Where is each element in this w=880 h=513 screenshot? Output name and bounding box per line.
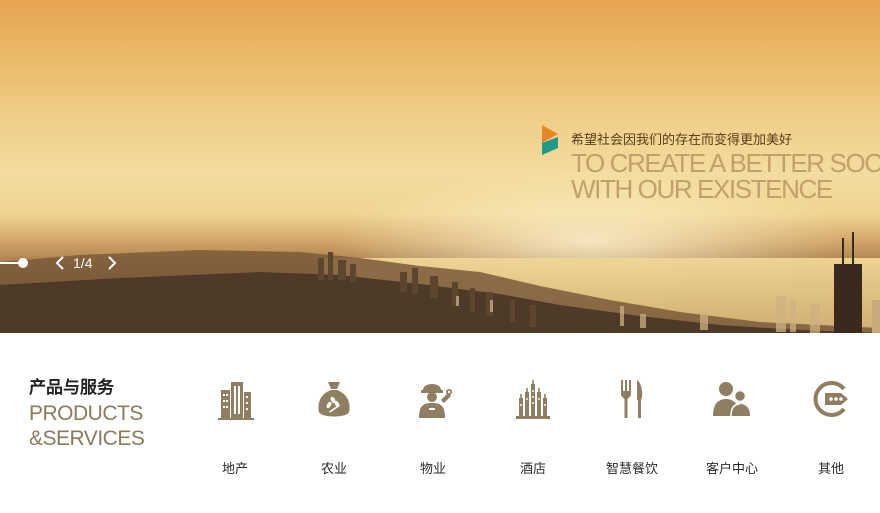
products-services-section: 产品与服务 PRODUCTS &SERVICES 地产 农业 物业 酒店 智慧餐… xyxy=(0,333,880,513)
slogan-english-line1: TO CREATE A BETTER SOCIETY xyxy=(571,148,880,178)
pager-track xyxy=(0,262,20,264)
more-arrow-icon xyxy=(813,381,848,417)
service-other[interactable]: 其他 xyxy=(791,378,871,478)
users-icon xyxy=(713,382,750,417)
slogan-english-line2: WITH OUR EXISTENCE xyxy=(571,174,833,204)
buildings-icon xyxy=(218,382,254,420)
service-hotel[interactable]: 酒店 xyxy=(493,378,573,478)
service-smart-dining[interactable]: 智慧餐饮 xyxy=(592,378,672,478)
service-label: 智慧餐饮 xyxy=(605,462,658,477)
section-title-english-line1: PRODUCTS xyxy=(29,402,143,425)
section-title-english-line2: &SERVICES xyxy=(29,427,145,450)
section-title-chinese: 产品与服务 xyxy=(29,378,114,398)
brand-logo-icon xyxy=(542,125,558,155)
service-label: 客户中心 xyxy=(705,462,758,477)
chevron-left-icon[interactable] xyxy=(52,254,68,272)
fork-knife-icon xyxy=(621,380,643,418)
service-property[interactable]: 物业 xyxy=(393,378,473,478)
worker-wrench-icon xyxy=(419,384,452,418)
slide-total: 4 xyxy=(84,255,93,271)
service-label: 酒店 xyxy=(519,462,546,477)
slide-current: 1 xyxy=(73,255,81,271)
hotel-icon xyxy=(516,380,550,419)
service-label: 其他 xyxy=(817,462,844,477)
hero-banner: 希望社会因我们的存在而变得更加美好 TO CREATE A BETTER SOC… xyxy=(0,0,880,333)
service-agriculture[interactable]: 农业 xyxy=(294,378,374,478)
slogan-chinese: 希望社会因我们的存在而变得更加美好 xyxy=(571,133,793,148)
slide-counter: 1/4 xyxy=(73,255,92,271)
service-customer-center[interactable]: 客户中心 xyxy=(692,378,772,478)
service-label: 地产 xyxy=(221,462,248,477)
page: 希望社会因我们的存在而变得更加美好 TO CREATE A BETTER SOC… xyxy=(0,0,880,513)
chevron-right-icon[interactable] xyxy=(104,254,120,272)
grain-sack-icon xyxy=(318,382,350,417)
pager-dot[interactable] xyxy=(18,258,28,268)
service-real-estate[interactable]: 地产 xyxy=(195,378,275,478)
service-label: 农业 xyxy=(320,462,347,477)
service-label: 物业 xyxy=(419,462,446,477)
